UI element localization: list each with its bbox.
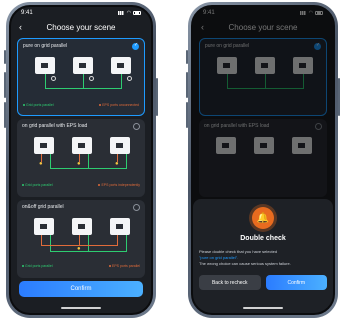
inverter-icon xyxy=(110,218,130,235)
stage: 9:41 ◠ ‹ Choose your scene pure on grid … xyxy=(0,0,340,321)
bulb-icon: ● xyxy=(77,161,81,167)
radio-checked-icon[interactable] xyxy=(132,42,139,50)
bell-icon: 🔔 xyxy=(252,207,274,229)
selected-scene-name: "pure on grid parallel". xyxy=(199,255,239,260)
page-title: Choose your scene xyxy=(46,22,116,32)
confirm-button[interactable]: Confirm xyxy=(19,281,143,297)
bulb-icon: ● xyxy=(77,246,81,252)
scene-diagram: ● ● ● xyxy=(22,133,140,183)
radio-unchecked-icon[interactable] xyxy=(133,123,140,130)
phone-right: 9:41 ◠ ‹ Choose your scene pure on grid … xyxy=(186,2,340,318)
battery-icon xyxy=(133,11,141,15)
scene-label: on&off grid parallel xyxy=(22,204,64,210)
signal-icon xyxy=(117,11,125,15)
radio-unchecked-icon[interactable] xyxy=(133,204,140,211)
scene-select-screen: 9:41 ◠ ‹ Choose your scene pure on grid … xyxy=(9,5,153,315)
dialog-title: Double check xyxy=(240,235,286,242)
home-indicator[interactable] xyxy=(243,307,283,309)
inverter-icon xyxy=(110,137,130,154)
double-check-sheet: 🔔 Double check Please double check that … xyxy=(193,199,333,313)
scene-diagram xyxy=(23,53,139,103)
scene-legend: Grid ports parallel EPS ports unconnecte… xyxy=(23,103,139,107)
home-indicator[interactable] xyxy=(61,307,101,309)
scene-card-on-grid-eps-load[interactable]: on grid parallel with EPS load ● ● ● Gri… xyxy=(17,119,145,197)
inverter-icon xyxy=(73,57,93,74)
scene-legend: Grid ports parallel EPS ports independen… xyxy=(22,183,140,187)
wifi-icon: ◠ xyxy=(126,10,131,16)
scene-legend: Grid ports parallel EPS ports parallel xyxy=(22,264,140,268)
inverter-icon xyxy=(34,137,54,154)
dialog-actions: Back to recheck Confirm xyxy=(199,275,327,290)
inverter-icon xyxy=(72,218,92,235)
bulb-icon: ● xyxy=(39,161,43,167)
inverter-icon xyxy=(35,57,55,74)
dialog-confirm-button[interactable]: Confirm xyxy=(265,275,327,290)
eps-port-icon xyxy=(51,76,56,81)
eps-port-icon xyxy=(127,76,132,81)
scene-label: pure on grid parallel xyxy=(23,43,68,49)
double-check-screen: 9:41 ◠ ‹ Choose your scene pure on grid … xyxy=(191,5,335,315)
eps-port-icon xyxy=(89,76,94,81)
inverter-icon xyxy=(72,137,92,154)
dialog-message: Please double check that you have select… xyxy=(199,249,291,266)
scene-card-on-off-grid[interactable]: on&off grid parallel ● Grid ports parall… xyxy=(17,200,145,278)
phone-left: 9:41 ◠ ‹ Choose your scene pure on grid … xyxy=(4,2,158,318)
bulb-icon: ● xyxy=(115,161,119,167)
inverter-icon xyxy=(34,218,54,235)
chevron-left-icon[interactable]: ‹ xyxy=(19,22,29,32)
scene-card-pure-on-grid[interactable]: pure on grid parallel Grid ports paralle… xyxy=(17,38,145,116)
status-bar: 9:41 ◠ xyxy=(11,7,151,19)
status-time: 9:41 xyxy=(21,10,33,16)
scene-label: on grid parallel with EPS load xyxy=(22,123,88,129)
inverter-icon xyxy=(111,57,131,74)
back-to-recheck-button[interactable]: Back to recheck xyxy=(199,275,261,290)
page-header: ‹ Choose your scene xyxy=(11,19,151,35)
scene-diagram: ● xyxy=(22,214,140,264)
